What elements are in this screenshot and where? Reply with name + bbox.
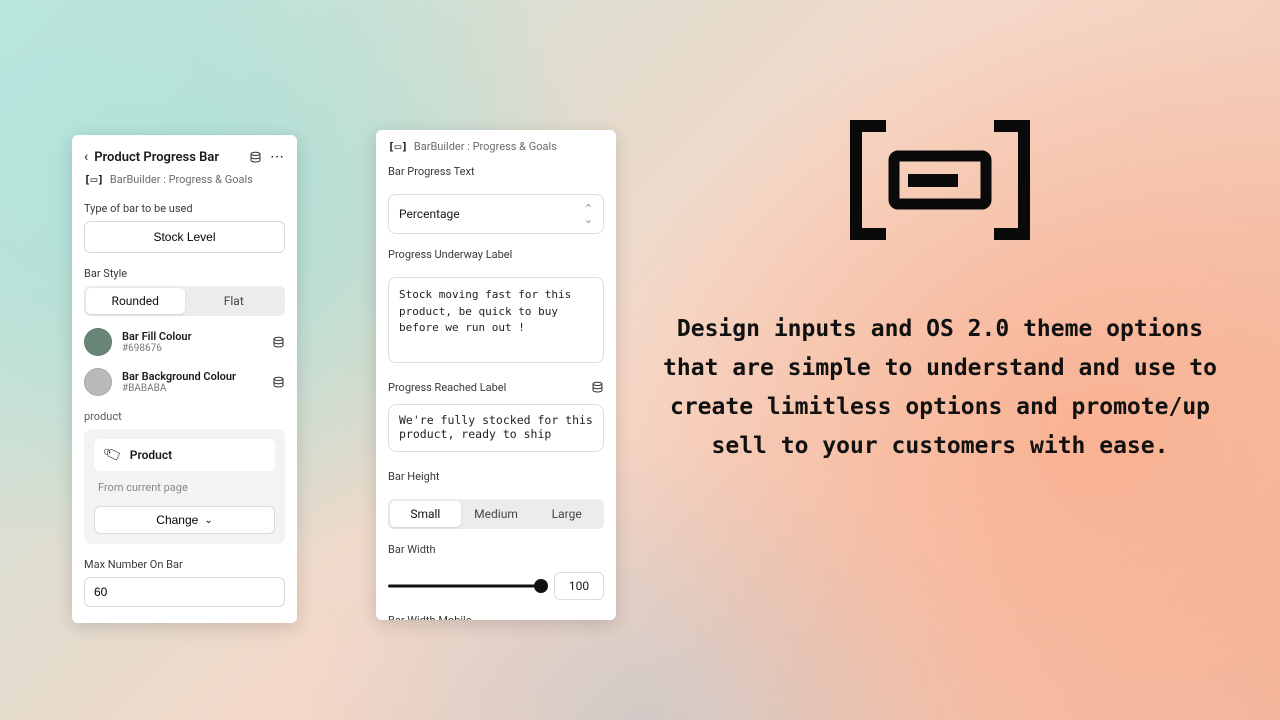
chevron-down-icon: ⌄ [204,515,212,526]
bar-height-medium[interactable]: Medium [461,501,532,527]
bar-progress-text-label: Bar Progress Text [388,165,604,178]
bar-width-mobile-label: Bar Width Mobile [388,614,604,620]
fill-colour-hex: #698676 [122,343,262,354]
change-button[interactable]: Change ⌄ [94,506,275,534]
progress-underway-label: Progress Underway Label [388,248,604,261]
type-of-bar-select[interactable]: Stock Level [84,221,285,253]
app-sub-label: BarBuilder : Progress & Goals [110,173,253,186]
bar-width-value[interactable]: 100 [554,572,604,600]
brand-logo [660,110,1220,250]
bar-progress-text-select[interactable]: Percentage ⌃⌄ [388,194,604,234]
type-of-bar-label: Type of bar to be used [84,202,285,215]
bar-width-slider[interactable] [388,578,544,594]
brand-icon: [▭] [388,140,408,153]
settings-panel-right: [▭] BarBuilder : Progress & Goals Bar Pr… [376,130,616,620]
bg-colour-hex: #BABABA [122,383,262,394]
product-label: product [84,410,285,423]
bg-colour-label: Bar Background Colour [122,370,262,383]
product-tag-icon: 🏷 [102,444,124,465]
database-icon[interactable] [249,151,262,164]
panel-title: Product Progress Bar [94,150,243,165]
bar-width-row: 100 [388,572,604,600]
more-icon[interactable]: ⋯ [270,149,285,165]
app-identifier: [▭] BarBuilder : Progress & Goals [84,173,285,186]
fill-colour-label: Bar Fill Colour [122,330,262,343]
marketing-block: Design inputs and OS 2.0 theme options t… [660,100,1220,466]
product-item-label: Product [130,448,172,462]
bar-fill-colour-row[interactable]: Bar Fill Colour #698676 [84,328,285,356]
bar-style-segment: Rounded Flat [84,286,285,316]
bar-style-label: Bar Style [84,267,285,280]
database-icon[interactable] [591,381,604,394]
select-chevron-icon: ⌃⌄ [584,203,593,225]
max-number-label: Max Number On Bar [84,558,285,571]
bar-style-flat[interactable]: Flat [185,288,284,314]
brand-icon: [▭] [84,173,104,186]
progress-underway-textarea[interactable] [388,277,604,363]
bar-height-small[interactable]: Small [390,501,461,527]
bar-bg-colour-row[interactable]: Bar Background Colour #BABABA [84,368,285,396]
app-identifier: [▭] BarBuilder : Progress & Goals [388,140,604,153]
panel-header: ‹ Product Progress Bar ⋯ [84,149,285,165]
bar-height-label: Bar Height [388,470,604,483]
fill-colour-swatch[interactable] [84,328,112,356]
bar-width-label: Bar Width [388,543,604,556]
database-icon[interactable] [272,336,285,349]
back-icon[interactable]: ‹ [84,150,88,164]
max-number-input[interactable] [84,577,285,607]
database-icon[interactable] [272,376,285,389]
marketing-copy: Design inputs and OS 2.0 theme options t… [660,310,1220,466]
bar-height-segment: Small Medium Large [388,499,604,529]
product-source-text: From current page [98,481,271,494]
app-sub-label: BarBuilder : Progress & Goals [414,140,557,153]
bg-colour-swatch[interactable] [84,368,112,396]
bar-height-large[interactable]: Large [531,501,602,527]
product-row[interactable]: 🏷 Product [94,439,275,471]
settings-panel-left: ‹ Product Progress Bar ⋯ [▭] BarBuilder … [72,135,297,623]
progress-reached-label: Progress Reached Label [388,381,506,394]
product-block: 🏷 Product From current page Change ⌄ [84,429,285,544]
progress-reached-textarea[interactable] [388,404,604,452]
bar-style-rounded[interactable]: Rounded [86,288,185,314]
